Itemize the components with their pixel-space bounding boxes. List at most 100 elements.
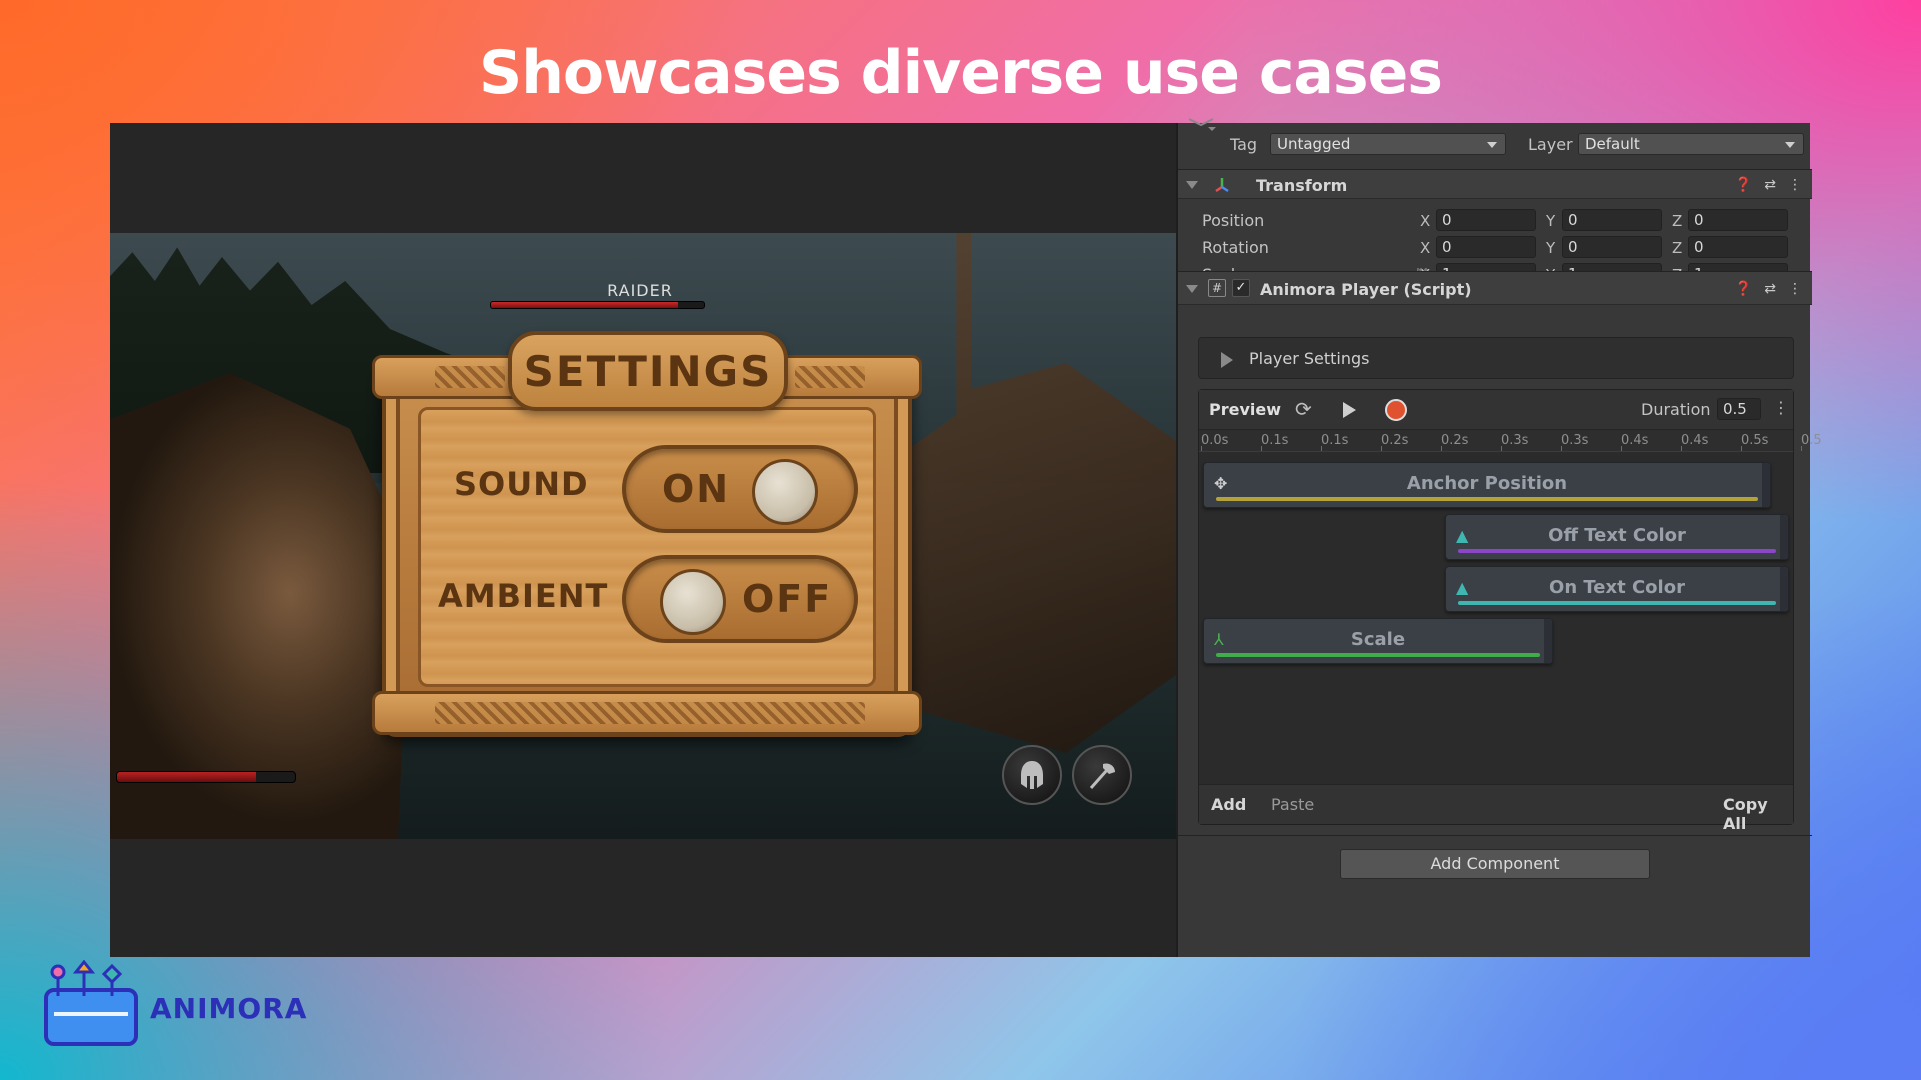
transform-row-label: Rotation [1202, 238, 1269, 257]
ruler-tick-label: 0.5 [1801, 433, 1822, 448]
ruler-tick-label: 0.1s [1261, 433, 1289, 448]
enemy-name: RAIDER [607, 281, 673, 300]
timeline-actions: Add Paste Copy All [1199, 784, 1793, 833]
track-label: Scale [1350, 629, 1406, 650]
duration-label: Duration [1641, 400, 1711, 419]
sound-state: ON [662, 467, 731, 511]
transform-icon [1212, 175, 1232, 199]
ruler-tick [1741, 446, 1742, 451]
layer-value: Default [1585, 135, 1640, 153]
track-label: Anchor Position [1406, 473, 1568, 494]
tag-label: Tag [1230, 135, 1258, 154]
timeline-track[interactable]: ▲ On Text Color [1445, 566, 1789, 612]
transform-field-x[interactable]: 0 [1436, 236, 1536, 258]
ruler-tick-label: 0.3s [1501, 433, 1529, 448]
animora-logo: ANIMORA [40, 959, 340, 1050]
ambient-toggle[interactable]: OFF [622, 555, 858, 643]
helmet-button[interactable] [1002, 745, 1062, 805]
rail-ornament [795, 366, 865, 388]
ruler-tick [1441, 446, 1442, 451]
ruler-tick [1801, 446, 1802, 451]
ambient-toggle-knob [660, 569, 726, 635]
duration-field[interactable]: 0.5 [1717, 398, 1761, 420]
track-resize-handle[interactable] [1780, 567, 1788, 611]
record-icon[interactable] [1385, 399, 1407, 421]
sound-toggle[interactable]: ON [622, 445, 858, 533]
loop-icon[interactable]: ⟳ [1295, 398, 1312, 420]
enemy-health-bar [490, 301, 705, 309]
settings-title-plate: SETTINGS [508, 331, 788, 411]
play-icon[interactable] [1343, 402, 1356, 418]
transform-field-z[interactable]: 0 [1688, 209, 1788, 231]
timeline-track[interactable]: ✥ Anchor Position [1203, 462, 1771, 508]
transform-row-label: Position [1202, 211, 1265, 230]
gameobject-icon [1186, 117, 1216, 135]
track-resize-handle[interactable] [1780, 515, 1788, 559]
expand-arrow-icon[interactable] [1221, 352, 1233, 368]
axis-label-x: X [1420, 212, 1431, 230]
transform-title: Transform [1256, 176, 1348, 195]
preset-icon[interactable]: ⇄ [1764, 280, 1776, 298]
preview-label: Preview [1209, 400, 1282, 419]
axe-button[interactable] [1072, 745, 1132, 805]
transform-field-y[interactable]: 0 [1562, 236, 1662, 258]
paste-button[interactable]: Paste [1271, 795, 1314, 814]
tag-dropdown[interactable]: Untagged [1270, 133, 1506, 155]
ruler-tick-label: 0.2s [1441, 433, 1469, 448]
timeline-ruler[interactable]: 0.0s 0.1s 0.1s 0.2s 0.2s 0.3s 0.3s 0.4s 0.4s 0.5s… [1199, 430, 1822, 452]
bottom-rail [372, 691, 922, 735]
settings-panel: SETTINGS SOUND ON AMBIENT OFF [372, 331, 922, 749]
ruler-tick-label: 0.4s [1621, 433, 1649, 448]
timeline-track[interactable]: ▲ Off Text Color [1445, 514, 1789, 560]
chevron-down-icon [1487, 142, 1497, 148]
script-header[interactable]: # ✓ Animora Player (Script) ❓ ⇄ ⋮ [1178, 271, 1812, 305]
track-label: Off Text Color [1548, 525, 1686, 546]
transform-field-x[interactable]: 0 [1436, 209, 1536, 231]
ambient-label: AMBIENT [438, 577, 609, 615]
axis-label-y: Y [1546, 212, 1556, 230]
chevron-down-icon [1785, 142, 1795, 148]
transform-field-z[interactable]: 0 [1688, 236, 1788, 258]
timeline-track[interactable]: ⅄ Scale [1203, 618, 1553, 664]
more-vert-icon[interactable]: ⋮ [1788, 280, 1802, 298]
enabled-checkbox[interactable]: ✓ [1232, 279, 1250, 297]
axis-label-y: Y [1546, 239, 1556, 257]
axis-label-z: Z [1672, 212, 1683, 230]
add-button[interactable]: Add [1211, 795, 1246, 814]
ruler-tick [1561, 446, 1562, 451]
script-header-icons: ❓ ⇄ ⋮ [1735, 280, 1802, 298]
player-settings-foldout[interactable]: Player Settings [1198, 337, 1794, 379]
add-component-button[interactable]: Add Component [1340, 849, 1650, 879]
ruler-tick-label: 0.1s [1321, 433, 1349, 448]
preset-icon[interactable]: ⇄ [1764, 176, 1776, 194]
help-icon[interactable]: ❓ [1735, 176, 1752, 194]
enemy-health-fill [491, 302, 679, 308]
fold-arrow-icon[interactable] [1186, 181, 1198, 189]
ruler-tick [1621, 446, 1622, 451]
animora-logo-icon [44, 959, 138, 1046]
timeline-editor: Preview ⟳ Duration 0.5 ⋮ 0.0s 0.1s 0.1s 0.2… [1198, 389, 1822, 833]
script-title: Animora Player (Script) [1260, 280, 1472, 299]
tag-value: Untagged [1277, 135, 1351, 153]
player-settings-label: Player Settings [1249, 349, 1370, 368]
game-view: RAIDER SETTINGS SOUND ON AMBIENT OFF [110, 123, 1176, 957]
more-vert-icon[interactable]: ⋮ [1788, 176, 1802, 194]
more-vert-icon[interactable]: ⋮ [1773, 398, 1789, 417]
layer-dropdown[interactable]: Default [1578, 133, 1804, 155]
player-health-fill [117, 772, 256, 782]
track-color-bar [1458, 601, 1776, 605]
ruler-tick-label: 0.5s [1741, 433, 1769, 448]
ruler-tick [1381, 446, 1382, 451]
axis-label-x: X [1420, 239, 1431, 257]
axe-icon [1089, 763, 1115, 789]
track-resize-handle[interactable] [1544, 619, 1552, 663]
track-resize-handle[interactable] [1762, 463, 1770, 507]
copy-all-button[interactable]: Copy All [1723, 795, 1793, 833]
ruler-tick [1201, 446, 1202, 451]
rail-ornament [435, 366, 505, 388]
track-color-bar [1216, 497, 1758, 501]
fold-arrow-icon[interactable] [1186, 285, 1198, 293]
transform-field-y[interactable]: 0 [1562, 209, 1662, 231]
help-icon[interactable]: ❓ [1735, 280, 1752, 298]
transform-header[interactable]: Transform ❓ ⇄ ⋮ [1178, 169, 1812, 199]
